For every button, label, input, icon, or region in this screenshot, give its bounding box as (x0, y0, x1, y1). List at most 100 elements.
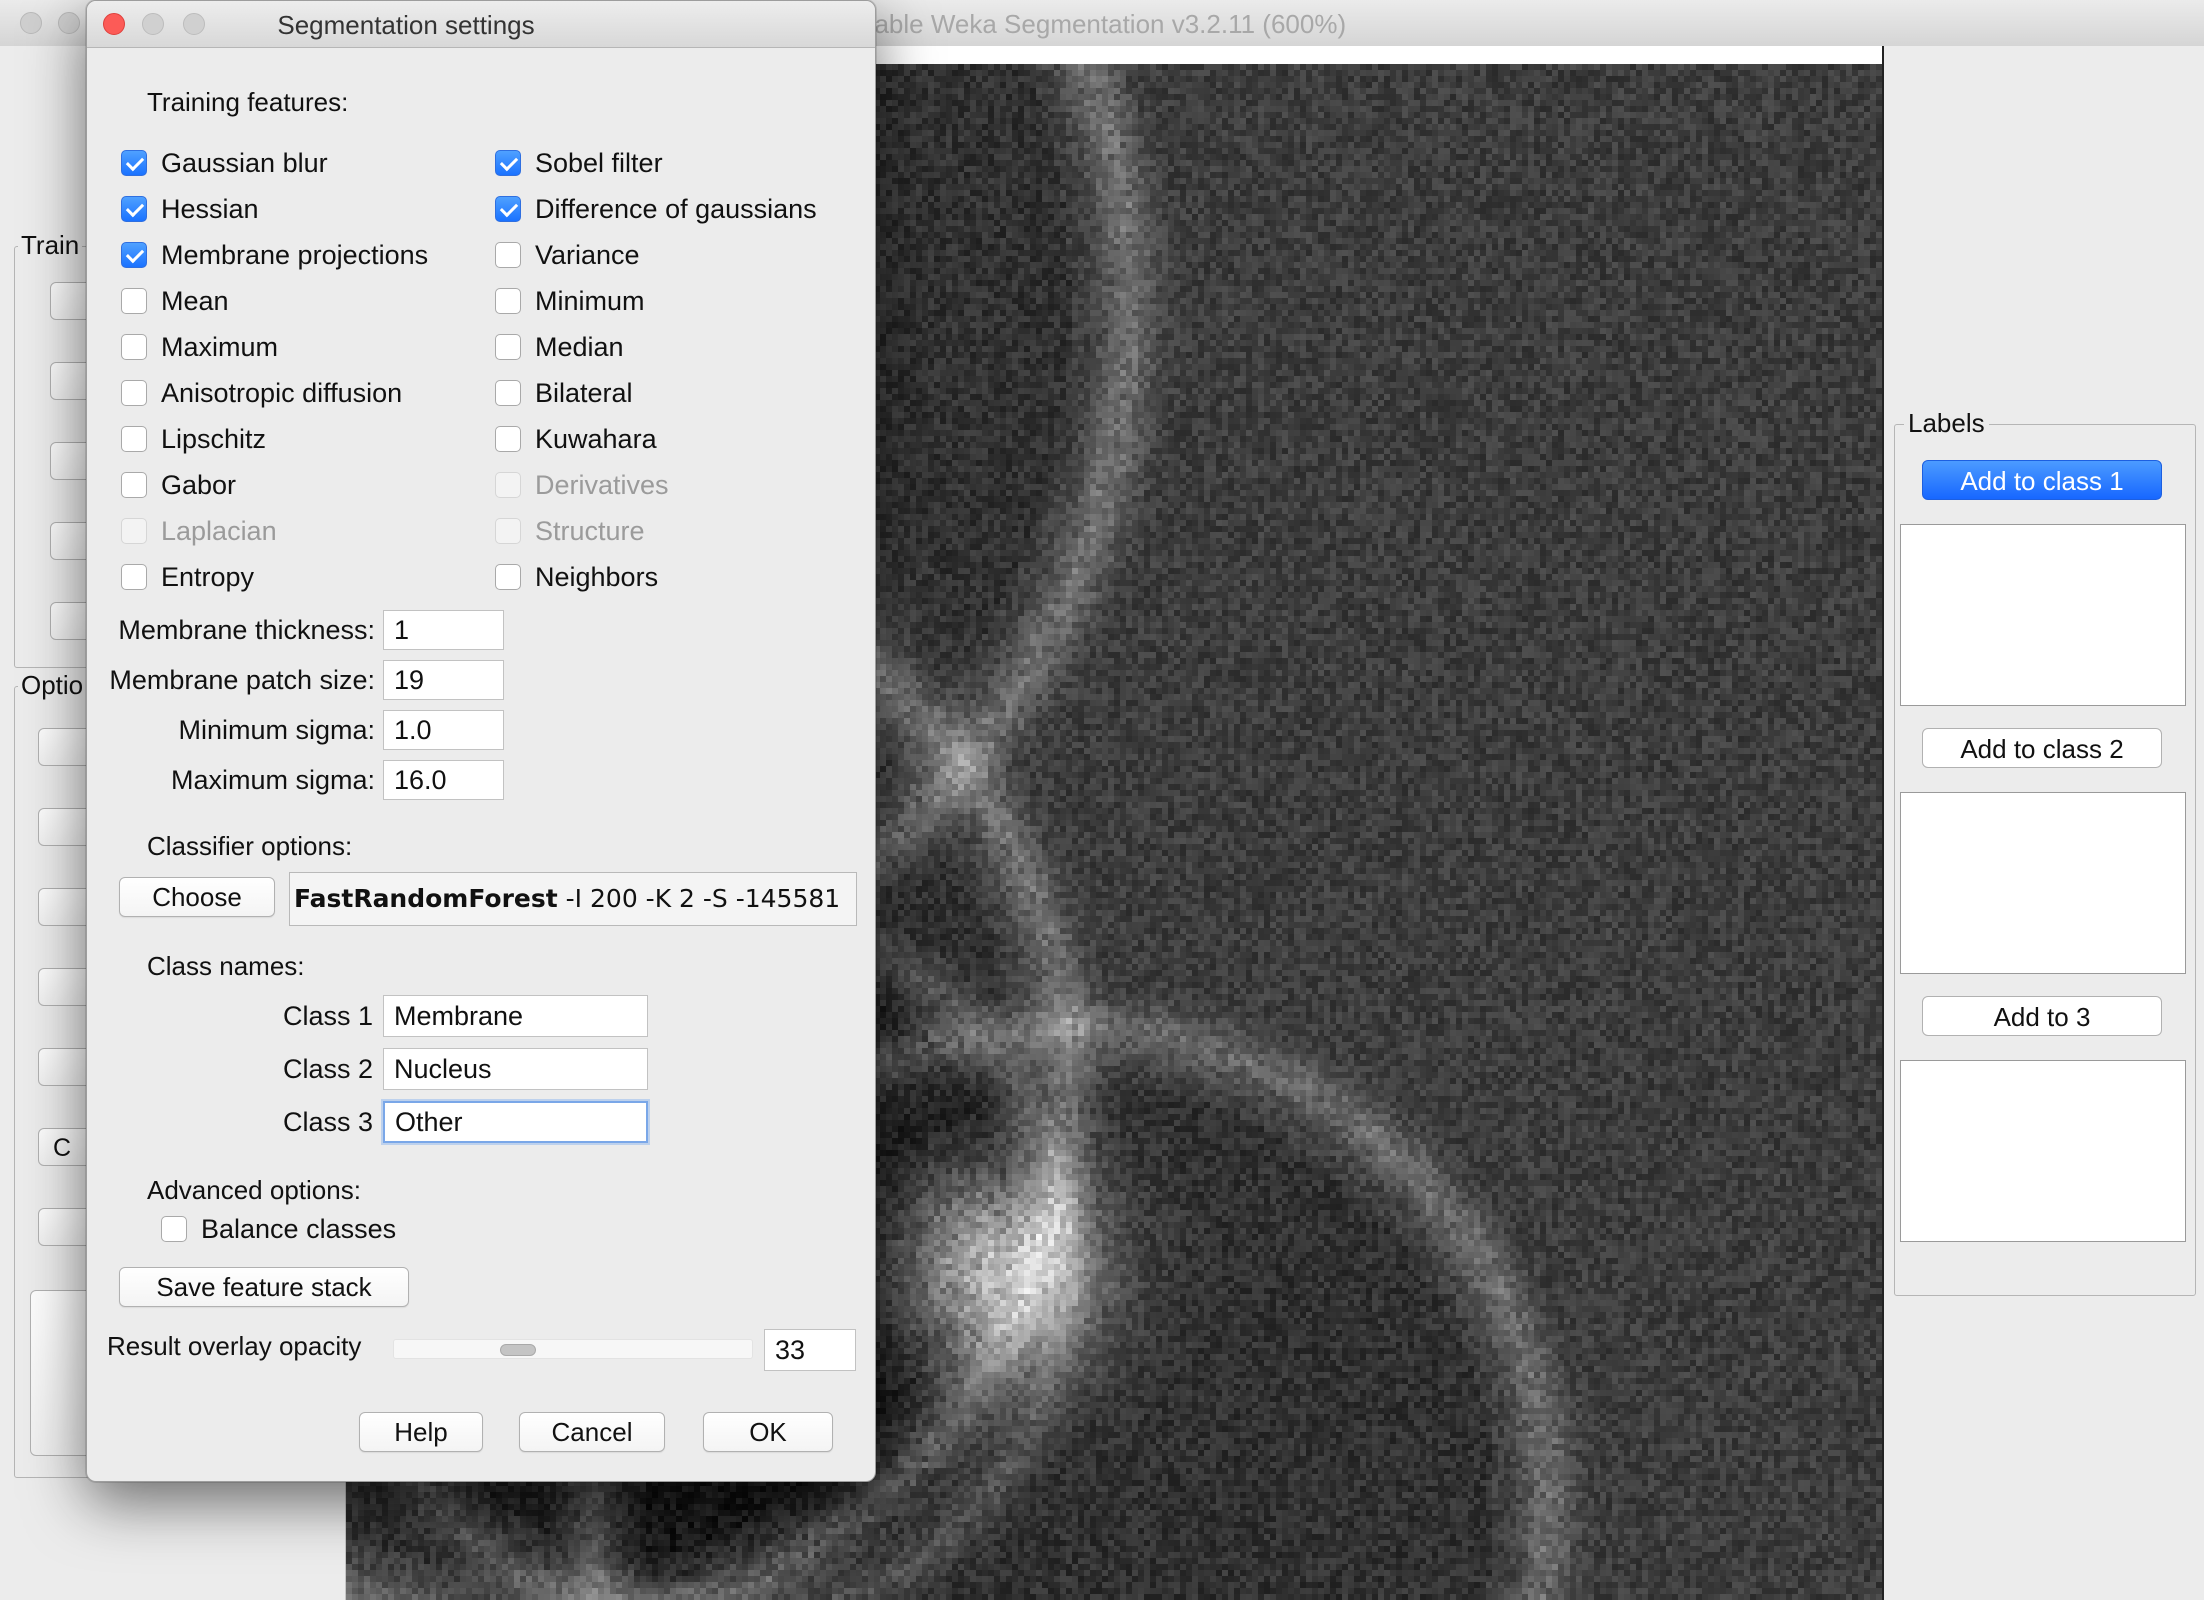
feature-label: Mean (161, 285, 229, 316)
ok-button[interactable]: OK (703, 1412, 833, 1452)
training-features-heading: Training features: (147, 87, 349, 117)
checkbox-icon[interactable] (121, 334, 147, 360)
feature-median[interactable]: Median (495, 331, 624, 363)
opacity-label: Result overlay opacity (107, 1331, 362, 1361)
choose-classifier-button[interactable]: Choose (119, 877, 275, 917)
class-3-trace-list[interactable] (1900, 1060, 2186, 1242)
add-to-class-1-button[interactable]: Add to class 1 (1922, 460, 2162, 500)
feature-structure: Structure (495, 515, 645, 547)
opacity-slider[interactable] (393, 1339, 753, 1359)
classifier-options-heading: Classifier options: (147, 831, 353, 861)
feature-label: Minimum (535, 285, 645, 316)
checkbox-icon[interactable] (495, 426, 521, 452)
class-1-name-field[interactable] (383, 995, 648, 1037)
classifier-field[interactable]: FastRandomForest -I 200 -K 2 -S -145581 (289, 872, 857, 926)
feature-label: Structure (535, 515, 645, 546)
membrane-patch-size-row: Membrane patch size: (87, 659, 504, 701)
cancel-button[interactable]: Cancel (519, 1412, 665, 1452)
feature-label: Hessian (161, 193, 259, 224)
help-button[interactable]: Help (359, 1412, 483, 1452)
checkbox-icon (495, 518, 521, 544)
classifier-options: -I 200 -K 2 -S -145581 (557, 884, 841, 913)
class-names-heading: Class names: (147, 951, 305, 981)
minimize-icon[interactable] (58, 12, 80, 34)
checkbox-icon[interactable] (121, 472, 147, 498)
opacity-value-field[interactable] (764, 1329, 856, 1371)
checkbox-icon[interactable] (495, 242, 521, 268)
feature-entropy[interactable]: Entropy (121, 561, 254, 593)
class-1-row: Class 1 (193, 995, 648, 1037)
class-1-trace-list[interactable] (1900, 524, 2186, 706)
feature-anisotropic-diffusion[interactable]: Anisotropic diffusion (121, 377, 402, 409)
save-feature-stack-button[interactable]: Save feature stack (119, 1267, 409, 1307)
feature-bilateral[interactable]: Bilateral (495, 377, 633, 409)
checkbox-icon[interactable] (161, 1216, 187, 1242)
feature-sobel-filter[interactable]: Sobel filter (495, 147, 663, 179)
checkbox-icon[interactable] (121, 380, 147, 406)
feature-membrane-projections[interactable]: Membrane projections (121, 239, 428, 271)
feature-label: Sobel filter (535, 147, 663, 178)
class-2-row: Class 2 (193, 1048, 648, 1090)
close-icon[interactable] (20, 12, 42, 34)
class-1-label: Class 1 (282, 1000, 373, 1031)
checkbox-icon[interactable] (495, 288, 521, 314)
classifier-name: FastRandomForest (294, 884, 558, 913)
labels-title: Labels (1904, 408, 1989, 439)
feature-label: Difference of gaussians (535, 193, 817, 224)
maximum-sigma-label: Maximum sigma: (170, 764, 375, 795)
checkbox-icon[interactable] (495, 334, 521, 360)
class-3-row: Class 3 (193, 1101, 648, 1143)
options-group-label: Optio (18, 670, 87, 701)
segmentation-settings-dialog: Segmentation settings Training features:… (86, 0, 876, 1482)
feature-lipschitz[interactable]: Lipschitz (121, 423, 266, 455)
advanced-options-heading: Advanced options: (147, 1175, 361, 1205)
feature-neighbors[interactable]: Neighbors (495, 561, 658, 593)
class-3-name-field[interactable] (383, 1101, 648, 1143)
main-window-title: nable Weka Segmentation v3.2.11 (600%) (860, 9, 1347, 39)
checkbox-icon[interactable] (495, 196, 521, 222)
minimum-sigma-label: Minimum sigma: (178, 714, 375, 745)
maximum-sigma-field[interactable] (383, 760, 504, 800)
feature-variance[interactable]: Variance (495, 239, 640, 271)
feature-minimum[interactable]: Minimum (495, 285, 645, 317)
feature-label: Median (535, 331, 624, 362)
checkbox-icon[interactable] (121, 426, 147, 452)
membrane-thickness-label: Membrane thickness: (118, 614, 375, 645)
feature-gabor[interactable]: Gabor (121, 469, 236, 501)
feature-maximum[interactable]: Maximum (121, 331, 278, 363)
membrane-patch-size-field[interactable] (383, 660, 504, 700)
feature-label: Neighbors (535, 561, 659, 592)
feature-derivatives: Derivatives (495, 469, 669, 501)
feature-label: Gaussian blur (161, 147, 328, 178)
balance-classes-option[interactable]: Balance classes (161, 1213, 396, 1245)
checkbox-icon[interactable] (495, 150, 521, 176)
feature-hessian[interactable]: Hessian (121, 193, 259, 225)
class-3-label: Class 3 (282, 1106, 373, 1137)
feature-label: Laplacian (161, 515, 277, 546)
checkbox-icon[interactable] (495, 380, 521, 406)
checkbox-icon (495, 472, 521, 498)
checkbox-icon[interactable] (121, 150, 147, 176)
feature-mean[interactable]: Mean (121, 285, 229, 317)
checkbox-icon[interactable] (121, 288, 147, 314)
feature-label: Gabor (161, 469, 237, 500)
maximum-sigma-row: Maximum sigma: (87, 759, 504, 801)
checkbox-icon[interactable] (121, 196, 147, 222)
checkbox-icon[interactable] (121, 242, 147, 268)
feature-difference-of-gaussians[interactable]: Difference of gaussians (495, 193, 817, 225)
class-2-trace-list[interactable] (1900, 792, 2186, 974)
add-to-class-3-button[interactable]: Add to 3 (1922, 996, 2162, 1036)
membrane-thickness-row: Membrane thickness: (87, 609, 504, 651)
feature-label: Lipschitz (161, 423, 267, 454)
checkbox-icon[interactable] (121, 564, 147, 590)
feature-gaussian-blur[interactable]: Gaussian blur (121, 147, 328, 179)
feature-kuwahara[interactable]: Kuwahara (495, 423, 657, 455)
slider-knob[interactable] (500, 1344, 536, 1356)
minimum-sigma-field[interactable] (383, 710, 504, 750)
add-to-class-2-button[interactable]: Add to class 2 (1922, 728, 2162, 768)
checkbox-icon[interactable] (495, 564, 521, 590)
feature-label: Entropy (161, 561, 255, 592)
class-2-name-field[interactable] (383, 1048, 648, 1090)
membrane-thickness-field[interactable] (383, 610, 504, 650)
feature-label: Kuwahara (535, 423, 657, 454)
